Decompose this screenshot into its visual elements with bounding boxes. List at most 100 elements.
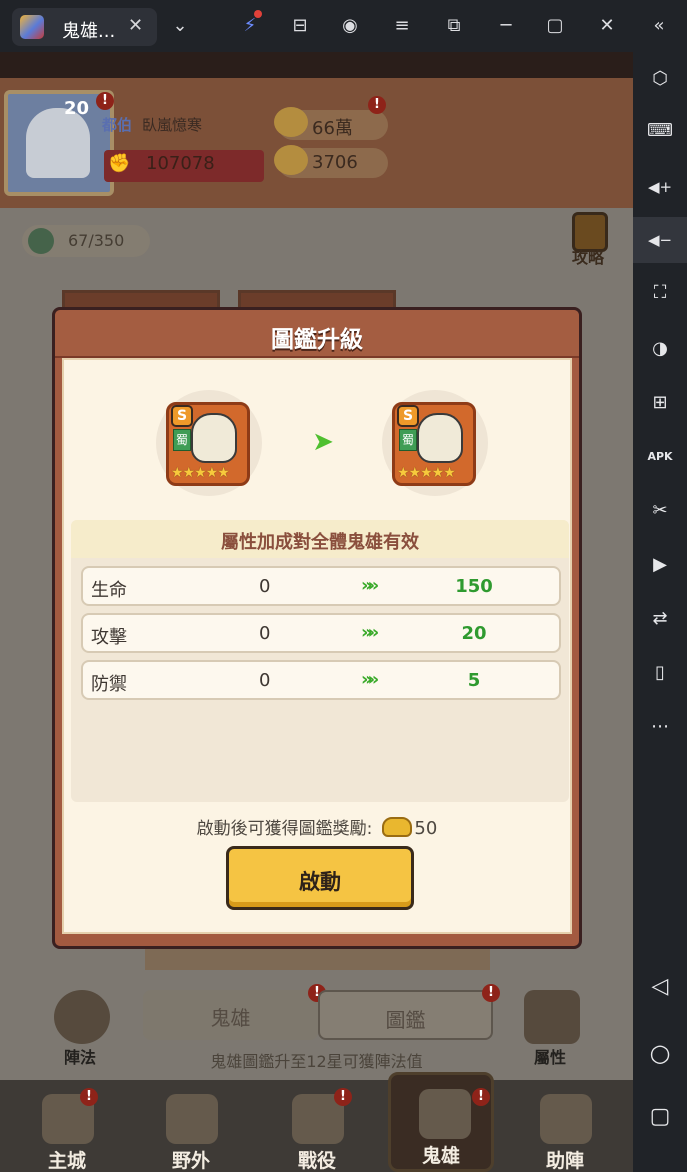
collection-hint: 鬼雄圖鑑升至12星可獲陣法值 xyxy=(210,1052,423,1071)
stat-row-hp: 生命 0 »» 150 xyxy=(81,566,561,606)
tab-close-icon[interactable]: ✕ xyxy=(128,15,143,36)
volume-up-icon[interactable]: ◀+ xyxy=(643,170,677,204)
macro-icon[interactable]: ◑ xyxy=(643,332,677,366)
main-city-alert-icon: ! xyxy=(80,1088,98,1106)
hero-after: S 蜀 ★★★★★ xyxy=(382,390,488,496)
tab-collection-label: 圖鑑 xyxy=(385,1008,426,1032)
gold-plus-icon xyxy=(274,107,308,137)
hero-portrait xyxy=(191,413,237,463)
reward-line: 啟動後可獲得圖鑑獎勵: 50 xyxy=(64,814,570,839)
collection-upgrade-dialog: 圖鑑升級 S 蜀 ★★★★★ ➤ S 蜀 ★★★★★ 屬性加成對全體鬼雄有效 生… xyxy=(52,307,582,949)
star-rating: ★★★★★ xyxy=(171,465,230,481)
scissors-icon[interactable]: ✂ xyxy=(643,494,677,528)
close-window-icon[interactable]: ✕ xyxy=(593,12,621,40)
stat-bonus-panel: 屬性加成對全體鬼雄有效 生命 0 »» 150 攻擊 0 »» 20 防禦 0 xyxy=(71,520,569,802)
ingot-amount: 3706 xyxy=(312,152,358,173)
tab-collection[interactable]: 圖鑑 xyxy=(318,990,493,1040)
home-icon[interactable]: ○ xyxy=(643,1036,677,1070)
player-level: 20 xyxy=(64,98,90,119)
skull-helmet-icon xyxy=(419,1089,471,1139)
tab-dropdown-icon[interactable]: ⌄ xyxy=(166,12,194,40)
tab-heroes[interactable]: 鬼雄 xyxy=(143,990,318,1040)
emulator-window: { "window": { "tab_title": "鬼雄...", "tab… xyxy=(0,0,687,1172)
faction-badge: 蜀 xyxy=(173,429,191,451)
ingot-plus-icon xyxy=(274,145,308,175)
bonus-header: 屬性加成對全體鬼雄有效 xyxy=(71,520,569,558)
game-viewport: 20 ! 都伯 臥嵐憶寒 ✊ 107078 66萬 ! 3706 67/350 … xyxy=(0,52,633,1172)
game-top-strip xyxy=(0,52,633,78)
store-icon[interactable]: ⊟ xyxy=(286,12,314,40)
more-icon[interactable]: ⋯ xyxy=(643,710,677,744)
add-window-icon[interactable]: ⊞ xyxy=(643,386,677,420)
notification-dot xyxy=(254,10,262,18)
grade-badge: S xyxy=(171,405,193,427)
player-rank: 都伯 xyxy=(102,116,133,134)
menu-icon[interactable]: ≡ xyxy=(388,12,416,40)
nav-heroes[interactable]: 鬼雄 xyxy=(388,1072,494,1172)
record-icon[interactable]: ▶ xyxy=(643,548,677,582)
collection-progress: 67/350 xyxy=(68,231,125,250)
star-rating: ★★★★★ xyxy=(397,465,456,481)
maximize-icon[interactable]: ▢ xyxy=(541,12,569,40)
title-bar: 鬼雄... ✕ ⌄ ⚡ ⊟ ◉ ≡ ⧉ ─ ▢ ✕ « xyxy=(0,0,687,52)
double-arrow-icon: »» xyxy=(361,622,379,643)
gear-icon[interactable]: ⬡ xyxy=(643,62,677,96)
upgrade-arrow-icon: ➤ xyxy=(312,427,334,457)
nav-support[interactable]: 助陣 xyxy=(512,1080,618,1172)
nav-main-city[interactable]: 主城 xyxy=(14,1080,120,1172)
nav-heroes-label: 鬼雄 xyxy=(421,1145,460,1167)
minimize-icon[interactable]: ─ xyxy=(492,12,520,40)
gold-ingot-icon xyxy=(382,817,413,837)
stat-current: 0 xyxy=(259,670,271,691)
nav-wild[interactable]: 野外 xyxy=(138,1080,244,1172)
reward-text: 啟動後可獲得圖鑑獎勵: xyxy=(196,819,373,839)
avatar-alert-icon: ! xyxy=(96,92,114,110)
double-arrow-icon: »» xyxy=(361,669,379,690)
attributes-button[interactable] xyxy=(524,990,580,1044)
collapse-sidebar-icon[interactable]: « xyxy=(645,12,673,40)
stat-new: 20 xyxy=(461,623,487,644)
multi-instance-icon[interactable]: ⧉ xyxy=(440,12,468,40)
heroes-nav-alert-icon: ! xyxy=(472,1088,490,1106)
ingot-resource[interactable]: 3706 xyxy=(274,145,388,178)
grade-badge: S xyxy=(397,405,419,427)
keyboard-icon[interactable]: ⌨ xyxy=(643,114,677,148)
recent-apps-icon[interactable]: ▢ xyxy=(643,1100,677,1134)
shake-icon[interactable]: ▯ xyxy=(643,656,677,690)
activate-button[interactable]: 啟動 xyxy=(226,846,414,910)
player-name: 臥嵐憶寒 xyxy=(142,116,203,134)
formation-button[interactable] xyxy=(54,990,110,1044)
back-icon[interactable]: ◁ xyxy=(643,970,677,1004)
nav-wild-label: 野外 xyxy=(171,1150,210,1172)
hero-before: S 蜀 ★★★★★ xyxy=(156,390,262,496)
campaign-alert-icon: ! xyxy=(334,1088,352,1106)
guide-button[interactable]: 攻略 xyxy=(566,210,618,267)
fullscreen-icon[interactable]: ⛶ xyxy=(643,276,677,310)
flag-icon xyxy=(166,1094,218,1144)
stat-row-defense: 防禦 0 »» 5 xyxy=(81,660,561,700)
apk-icon[interactable]: APK xyxy=(643,440,677,474)
sync-icon[interactable]: ⇄ xyxy=(643,602,677,636)
stat-name: 生命 xyxy=(91,580,127,601)
account-icon[interactable]: ◉ xyxy=(336,12,364,40)
gold-alert-icon: ! xyxy=(368,96,386,114)
guide-label: 攻略 xyxy=(572,248,605,267)
collection-count[interactable]: 67/350 xyxy=(22,225,150,257)
nav-support-label: 助陣 xyxy=(545,1150,584,1172)
faction-badge: 蜀 xyxy=(399,429,417,451)
volume-down-icon[interactable]: ◀− xyxy=(633,217,687,263)
hero-card: S 蜀 ★★★★★ xyxy=(392,402,476,486)
app-tab[interactable]: 鬼雄... ✕ xyxy=(12,8,157,46)
bottom-navigation: 主城 野外 戰役 鬼雄 助陣 ! ! ! xyxy=(0,1072,633,1172)
gold-resource[interactable]: 66萬 xyxy=(274,107,388,140)
stat-new: 150 xyxy=(455,576,493,597)
nav-campaign-label: 戰役 xyxy=(297,1150,336,1172)
nav-campaign[interactable]: 戰役 xyxy=(264,1080,370,1172)
nav-main-city-label: 主城 xyxy=(47,1150,86,1172)
app-icon xyxy=(20,15,44,39)
fist-icon: ✊ xyxy=(108,153,131,174)
bonus-description: 屬性加成對全體鬼雄有效 xyxy=(221,532,419,553)
double-arrow-icon: »» xyxy=(361,575,379,596)
dialog-header: 圖鑑升級 xyxy=(55,310,579,358)
combat-power: 107078 xyxy=(146,153,215,174)
